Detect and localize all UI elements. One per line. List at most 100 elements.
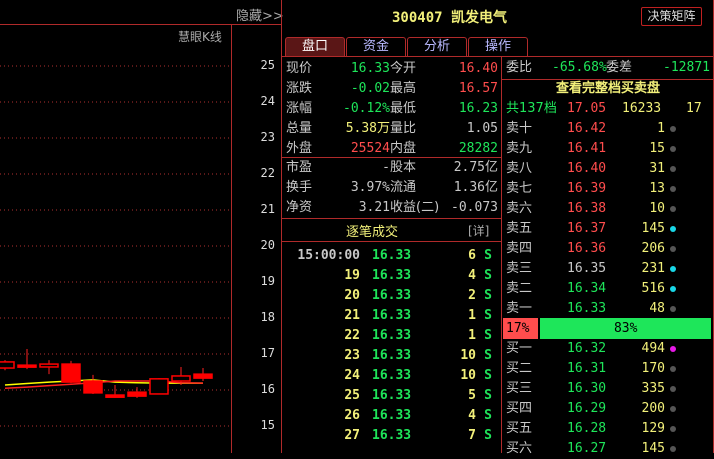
fund-row: 净资 3.21 收益(二) -0.073 <box>286 198 498 218</box>
tab-operation[interactable]: 操作 <box>468 37 528 56</box>
tick-row: 24 16.33 10 S <box>286 366 496 386</box>
level-volume: 1 <box>657 121 665 136</box>
tab-analysis[interactable]: 分析 <box>407 37 467 56</box>
tick-time: 20 <box>344 288 360 303</box>
tick-time: 25 <box>344 388 360 403</box>
tab-funds[interactable]: 资金 <box>346 37 406 56</box>
quote-value: 16.23 <box>458 101 498 116</box>
level-marker-icon <box>670 206 676 212</box>
tick-volume: 10 <box>460 368 476 383</box>
total-levels: 共137档 <box>506 101 557 116</box>
book-level: 卖六 16.38 10 <box>506 199 710 219</box>
level-volume: 170 <box>641 361 665 376</box>
tick-price: 16.33 <box>372 428 412 443</box>
decision-matrix-button[interactable]: 决策矩阵 <box>641 7 702 26</box>
level-marker-icon <box>670 146 676 152</box>
level-volume: 48 <box>649 301 665 316</box>
level-marker-icon <box>670 406 676 412</box>
book-level: 卖四 16.36 206 <box>506 239 710 259</box>
level-marker-icon <box>670 426 676 432</box>
level-price: 16.27 <box>567 441 607 456</box>
tick-side: S <box>484 428 492 443</box>
y-tick-label: 18 <box>260 310 275 324</box>
quote-value: 16.33 <box>350 61 390 76</box>
tick-side: S <box>484 268 492 283</box>
book-level: 卖三 16.35 231 <box>506 259 710 279</box>
fund-label: 换手 <box>286 180 313 195</box>
level-volume: 145 <box>641 441 665 456</box>
level-price: 16.38 <box>567 201 607 216</box>
total-price: 17.05 <box>567 101 607 116</box>
quote-value: 28282 <box>458 141 498 156</box>
full-book-link[interactable]: 查看完整档买卖盘 <box>502 79 714 99</box>
level-label: 卖十 <box>506 121 533 136</box>
tab-pankou[interactable]: 盘口 <box>285 37 345 56</box>
quote-label: 今开 <box>390 61 417 76</box>
ticks-title: 逐笔成交 <box>346 225 399 240</box>
tick-row: 22 16.33 1 S <box>286 326 496 346</box>
quote-value: 1.05 <box>466 121 498 136</box>
tick-price: 16.33 <box>372 268 412 283</box>
weibi-value: -65.68% <box>552 60 607 75</box>
quote-row: 涨跌 -0.02 最高 16.57 <box>286 79 498 99</box>
book-level: 买一 16.32 494 <box>506 339 710 359</box>
quote-value: 16.40 <box>458 61 498 76</box>
candle-body <box>0 361 15 369</box>
book-level: 卖八 16.40 31 <box>506 159 710 179</box>
candle-body <box>149 378 169 395</box>
fund-label: 市盈 <box>286 160 313 175</box>
candle-body <box>17 364 37 368</box>
level-label: 卖一 <box>506 301 533 316</box>
level-price: 16.34 <box>567 281 607 296</box>
level-label: 买六 <box>506 441 533 456</box>
level-volume: 231 <box>641 261 665 276</box>
level-marker-icon <box>670 186 676 192</box>
fund-value: 1.36亿 <box>453 180 498 195</box>
candlestick-chart <box>0 65 231 427</box>
ticks-detail-link[interactable]: [详] <box>468 222 489 239</box>
tick-volume: 4 <box>468 408 476 423</box>
tick-volume: 10 <box>460 348 476 363</box>
tick-volume: 2 <box>468 288 476 303</box>
tick-time: 27 <box>344 428 360 443</box>
book-level: 卖七 16.39 13 <box>506 179 710 199</box>
book-level: 买五 16.28 129 <box>506 419 710 439</box>
tick-side: S <box>484 248 492 263</box>
quote-row: 涨幅 -0.12% 最低 16.23 <box>286 99 498 119</box>
sell-ratio: 17% <box>503 318 539 339</box>
quote-label: 涨跌 <box>286 81 313 96</box>
level-volume: 200 <box>641 401 665 416</box>
tick-time: 22 <box>344 328 360 343</box>
level-marker-icon <box>670 446 676 452</box>
tick-price: 16.33 <box>372 308 412 323</box>
quote-label: 内盘 <box>390 141 417 156</box>
y-tick-label: 25 <box>260 58 275 72</box>
book-level: 卖九 16.41 15 <box>506 139 710 159</box>
tick-row: 25 16.33 5 S <box>286 386 496 406</box>
fund-label: 流通 <box>390 180 417 195</box>
level-volume: 129 <box>641 421 665 436</box>
level-price: 16.40 <box>567 161 607 176</box>
tick-price: 16.33 <box>372 408 412 423</box>
hide-panel-button[interactable]: 隐藏>> <box>236 5 284 24</box>
level-marker-icon <box>670 306 676 312</box>
level-label: 卖五 <box>506 221 533 236</box>
level-label: 卖八 <box>506 161 533 176</box>
quote-label: 总量 <box>286 121 313 136</box>
tick-time: 23 <box>344 348 360 363</box>
y-tick-label: 23 <box>260 130 275 144</box>
tick-price: 16.33 <box>372 368 412 383</box>
y-tick-label: 17 <box>260 346 275 360</box>
level-label: 卖二 <box>506 281 533 296</box>
tick-row: 15:00:00 16.33 6 S <box>286 246 496 266</box>
level-label: 买三 <box>506 381 533 396</box>
level-marker-icon <box>670 246 676 252</box>
book-level: 卖十 16.42 1 <box>506 119 710 139</box>
level-price: 16.33 <box>567 301 607 316</box>
fund-row: 换手 3.97% 流通 1.36亿 <box>286 178 498 198</box>
tick-time: 15:00:00 <box>297 248 360 263</box>
ma-red-line <box>4 380 204 389</box>
level-price: 16.28 <box>567 421 607 436</box>
level-label: 卖六 <box>506 201 533 216</box>
quote-value: -0.12% <box>343 101 390 116</box>
